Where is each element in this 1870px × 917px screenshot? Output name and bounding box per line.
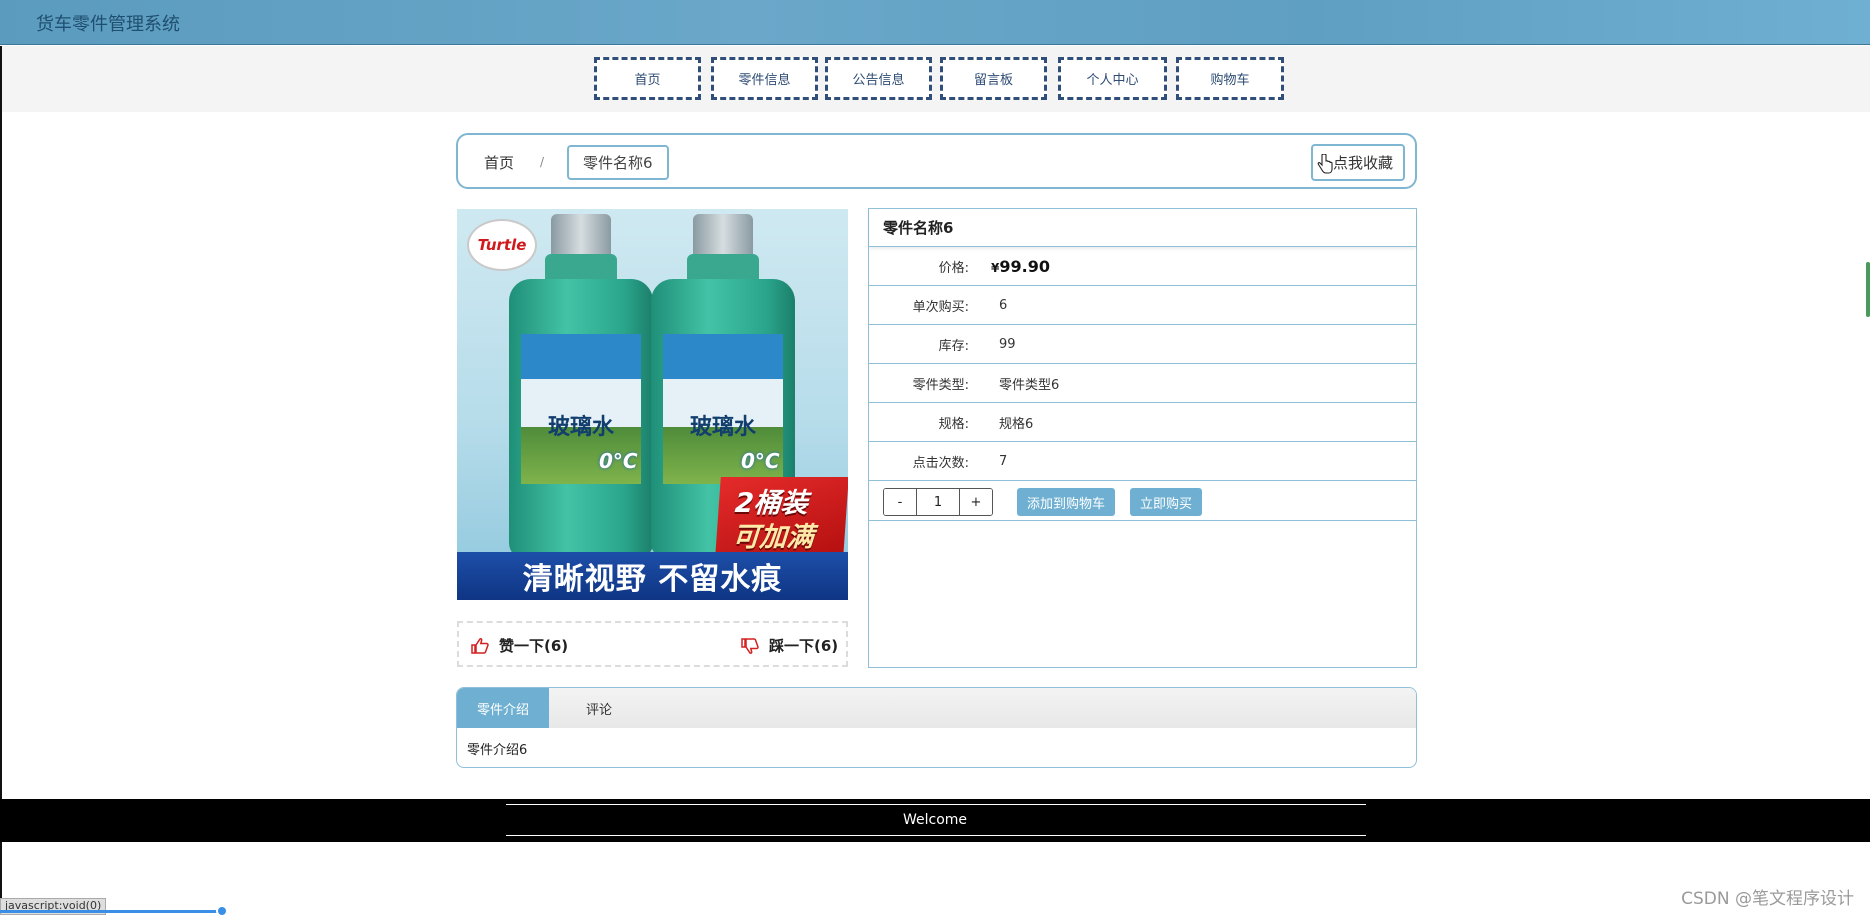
detail-value: 7 — [999, 453, 1008, 469]
top-header: 货车零件管理系统 — [0, 0, 1870, 45]
detail-row: 规格: 规格6 — [869, 403, 1416, 442]
detail-value: 零件类型6 — [999, 377, 1060, 393]
tab-comments[interactable]: 评论 — [549, 688, 649, 728]
detail-value: 99 — [999, 336, 1016, 352]
bottle-label-text: 玻璃水 — [547, 415, 614, 440]
detail-row: 库存: 99 — [869, 325, 1416, 364]
thumbs-up-icon — [471, 637, 489, 654]
loading-progress — [0, 910, 226, 913]
quantity-decrease-button[interactable]: - — [884, 489, 916, 515]
buy-now-button[interactable]: 立即购买 — [1130, 488, 1203, 516]
tab-introduction[interactable]: 零件介绍 — [457, 688, 549, 728]
promo-badge: 2桶装 可加满 — [715, 477, 848, 557]
price-label: 价格: — [938, 260, 969, 276]
detail-label: 单次购买: — [912, 299, 969, 315]
scroll-indicator[interactable] — [1866, 262, 1870, 317]
footer-divider — [506, 804, 1366, 805]
product-name: 零件名称6 — [869, 209, 1416, 247]
app-title: 货车零件管理系统 — [36, 14, 180, 35]
add-to-cart-button[interactable]: 添加到购物车 — [1017, 488, 1116, 516]
brand-logo-text: Turtle — [477, 236, 527, 254]
like-button[interactable]: 赞一下(6) — [471, 635, 568, 656]
hand-cursor-icon — [1317, 154, 1333, 174]
main-nav: 首页 零件信息 公告信息 留言板 个人中心 购物车 — [2, 46, 1870, 112]
detail-row: 点击次数: 7 — [869, 442, 1416, 481]
nav-item-notices[interactable]: 公告信息 — [825, 57, 932, 100]
breadcrumb-current: 零件名称6 — [567, 145, 669, 180]
info-tabs: 零件介绍 评论 零件介绍6 — [456, 687, 1417, 768]
thumbs-down-icon — [741, 637, 759, 654]
promo-badge-line2: 可加满 — [731, 522, 815, 553]
footer: Welcome — [0, 799, 1870, 842]
bottle-temp-text: 0°C — [741, 449, 780, 473]
nav-item-cart[interactable]: 购物车 — [1176, 57, 1284, 100]
breadcrumb-separator: / — [540, 155, 545, 169]
quantity-stepper: - 1 + — [883, 488, 993, 516]
price-amount: 99.90 — [999, 256, 1050, 276]
dislike-button[interactable]: 踩一下(6) — [741, 635, 838, 656]
bottle-graphic: 玻璃水 0°C — [507, 214, 655, 559]
dislike-label: 踩一下(6) — [769, 637, 839, 655]
breadcrumb-home[interactable]: 首页 — [484, 152, 514, 173]
favorite-button[interactable]: 点我收藏 — [1310, 144, 1405, 181]
watermark: CSDN @笔文程序设计 — [1681, 889, 1854, 909]
detail-label: 零件类型: — [912, 377, 969, 393]
nav-item-parts[interactable]: 零件信息 — [711, 57, 818, 100]
tab-header: 零件介绍 评论 — [457, 688, 1416, 728]
bottle-temp-text: 0°C — [599, 449, 638, 473]
detail-value: 6 — [999, 297, 1008, 313]
quantity-input[interactable]: 1 — [916, 489, 960, 515]
product-image: 玻璃水 0°C 玻璃水 0°C Turtle 2桶装 可加满 清晰视野 不留水痕 — [457, 209, 848, 600]
quantity-increase-button[interactable]: + — [960, 489, 992, 515]
breadcrumb: 首页 / 零件名称6 点我收藏 — [456, 133, 1417, 189]
product-detail-panel: 零件名称6 价格: ¥99.90 单次购买: 6 库存: 99 零件类型: 零件… — [868, 208, 1417, 668]
price-value: ¥99.90 — [969, 257, 1050, 276]
vote-bar: 赞一下(6) 踩一下(6) — [457, 621, 848, 667]
price-row: 价格: ¥99.90 — [869, 247, 1416, 286]
brand-logo: Turtle — [467, 219, 537, 271]
like-label: 赞一下(6) — [499, 637, 569, 655]
detail-label: 库存: — [938, 338, 969, 354]
favorite-label: 点我收藏 — [1332, 154, 1393, 172]
detail-label: 点击次数: — [912, 455, 969, 471]
bottle-label-text: 玻璃水 — [689, 415, 756, 440]
footer-welcome: Welcome — [902, 812, 968, 828]
nav-item-messages[interactable]: 留言板 — [940, 57, 1047, 100]
detail-row: 零件类型: 零件类型6 — [869, 364, 1416, 403]
progress-handle — [216, 905, 228, 917]
image-banner: 清晰视野 不留水痕 — [457, 552, 848, 600]
nav-item-home[interactable]: 首页 — [594, 57, 701, 100]
nav-item-profile[interactable]: 个人中心 — [1058, 57, 1167, 100]
detail-label: 规格: — [938, 416, 969, 432]
footer-divider — [506, 835, 1366, 836]
tab-content: 零件介绍6 — [467, 743, 528, 758]
detail-value: 规格6 — [999, 416, 1034, 432]
left-border — [0, 46, 2, 915]
purchase-actions: - 1 + 添加到购物车 立即购买 — [869, 481, 1416, 521]
detail-row: 单次购买: 6 — [869, 286, 1416, 325]
